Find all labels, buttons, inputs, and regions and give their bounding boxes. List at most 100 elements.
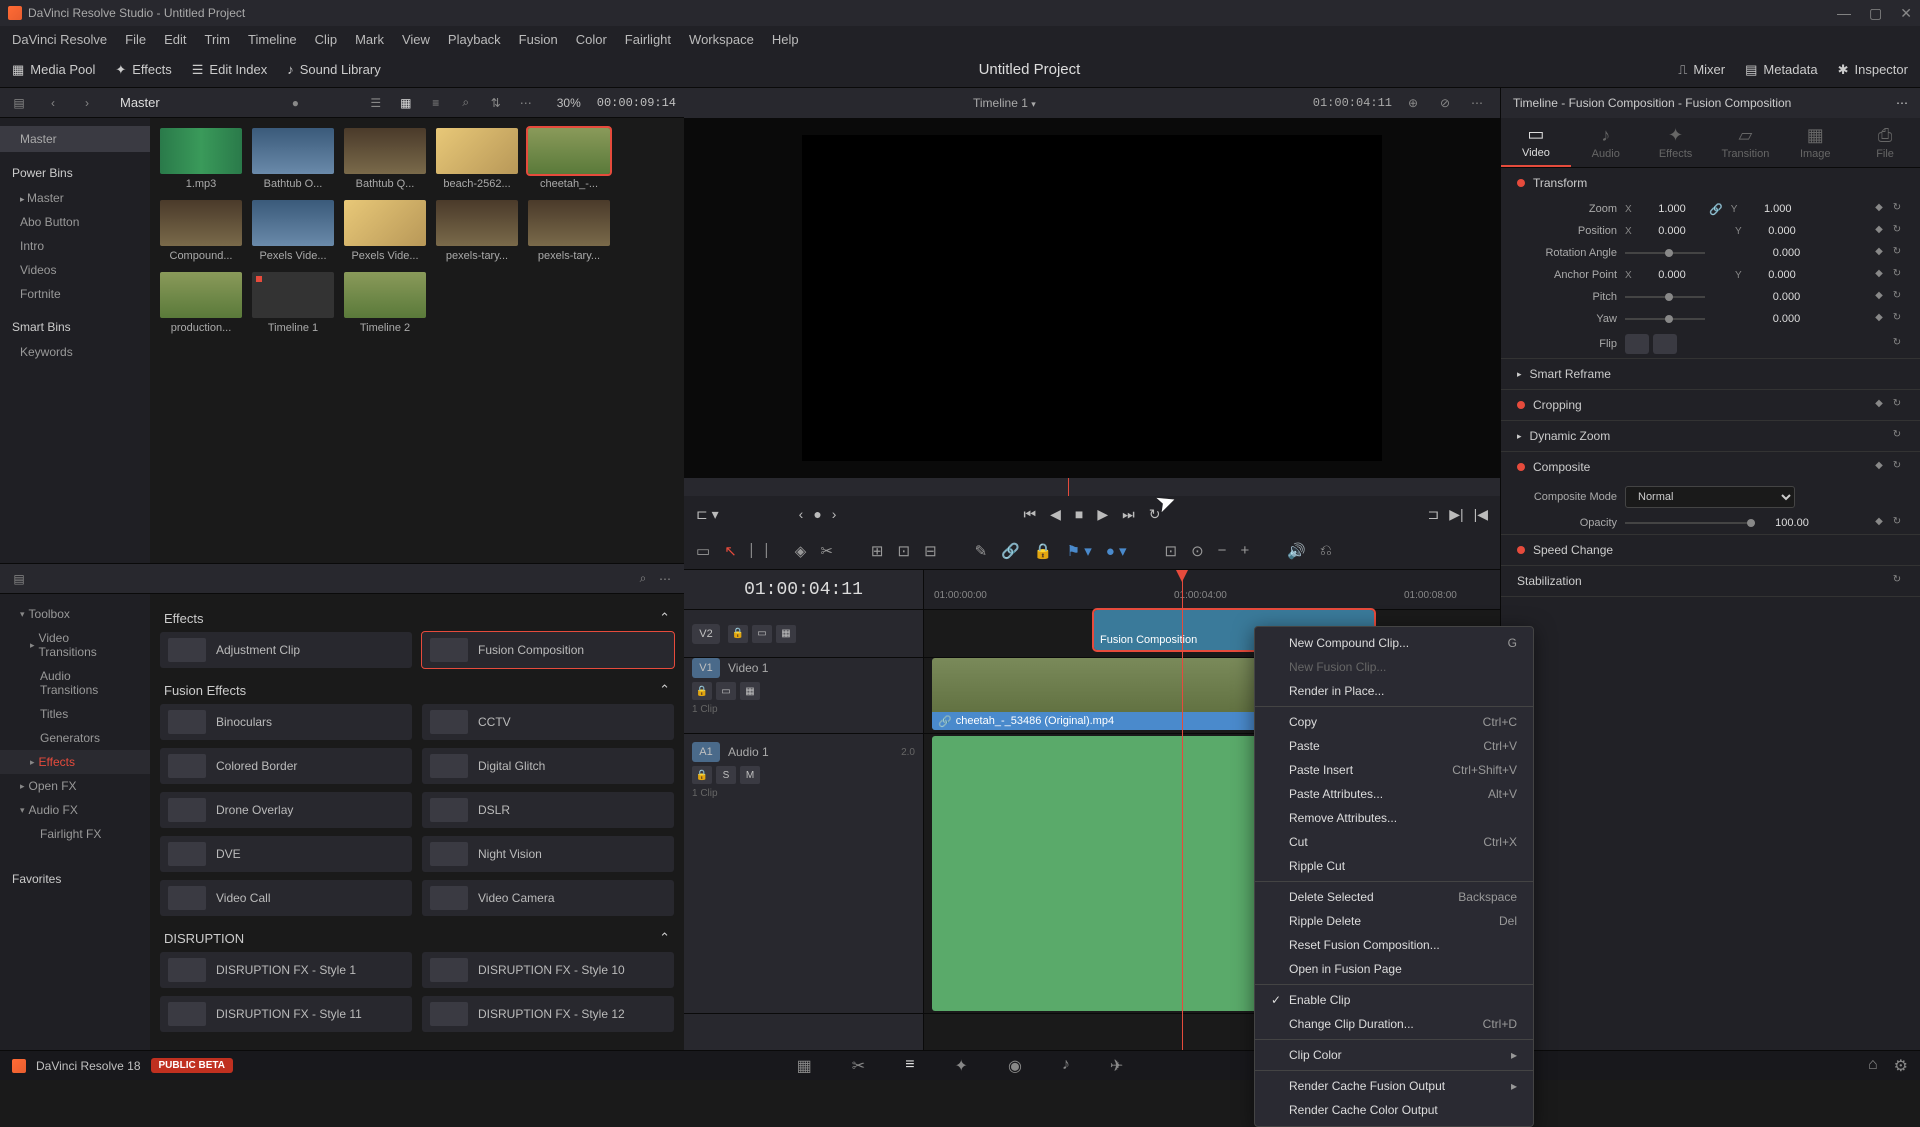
fx-tree-item[interactable]: ▸Video Transitions <box>0 626 150 664</box>
pos-y-input[interactable]: 0.000 <box>1753 225 1811 237</box>
go-in-icon[interactable]: |◀ <box>1474 506 1488 523</box>
reset-icon[interactable]: ↻ <box>1890 202 1904 216</box>
keyframe-icon[interactable]: ◆ <box>1872 312 1886 326</box>
track-lock-icon[interactable]: 🔒 <box>692 682 712 700</box>
menu-fusion[interactable]: Fusion <box>519 32 558 47</box>
bin-item[interactable]: Intro <box>0 234 150 258</box>
fx-item[interactable]: Binoculars <box>160 704 412 740</box>
viewer-more-icon[interactable]: ⋯ <box>1466 92 1488 114</box>
nav-back-icon[interactable]: ‹ <box>42 92 64 114</box>
anchor-x-input[interactable]: 0.000 <box>1643 269 1701 281</box>
bin-item[interactable]: Videos <box>0 258 150 282</box>
menu-color[interactable]: Color <box>576 32 607 47</box>
reset-icon[interactable]: ↻ <box>1890 516 1904 530</box>
next-edit-icon[interactable]: › <box>832 506 837 523</box>
zoom-fit-icon[interactable]: ⊡ <box>1165 542 1178 560</box>
selection-tool-icon[interactable]: ↖ <box>724 542 737 560</box>
scrubber[interactable] <box>684 478 1500 496</box>
fx-audiofx[interactable]: ▾Audio FX <box>0 798 150 822</box>
track-badge-a1[interactable]: A1 <box>692 742 720 762</box>
media-clip[interactable]: Pexels Vide... <box>252 200 334 262</box>
menu-help[interactable]: Help <box>772 32 799 47</box>
power-bins-header[interactable]: Power Bins <box>0 160 150 186</box>
pitch-input[interactable]: 0.000 <box>1758 291 1816 303</box>
track-mute-icon[interactable]: M <box>740 766 760 784</box>
context-menu-item[interactable]: Remove Attributes... <box>1255 806 1533 830</box>
first-frame-button[interactable]: ⏮ <box>1024 506 1037 523</box>
zoom-detail-icon[interactable]: ⊙ <box>1191 542 1204 560</box>
context-menu-item[interactable]: Reset Fusion Composition... <box>1255 933 1533 957</box>
fx-item[interactable]: CCTV <box>422 704 674 740</box>
dynamic-trim-icon[interactable]: ◈ <box>795 542 807 560</box>
menu-playback[interactable]: Playback <box>448 32 501 47</box>
fx-item[interactable]: DSLR <box>422 792 674 828</box>
menu-timeline[interactable]: Timeline <box>248 32 297 47</box>
close-button[interactable]: ✕ <box>1900 5 1912 22</box>
keyframe-icon[interactable]: ◆ <box>1872 202 1886 216</box>
track-lock-icon[interactable]: 🔒 <box>728 625 748 643</box>
track-lock-icon[interactable]: 🔒 <box>692 766 712 784</box>
fx-fusion-composition[interactable]: Fusion Composition <box>422 632 674 668</box>
context-menu-item[interactable]: Change Clip Duration...Ctrl+D <box>1255 1012 1533 1036</box>
smart-bins-header[interactable]: Smart Bins <box>0 314 150 340</box>
fx-group-fusion[interactable]: Fusion Effects⌃ <box>160 676 674 704</box>
reset-icon[interactable]: ↻ <box>1890 574 1904 588</box>
blade-edit-icon[interactable]: ✎ <box>975 542 988 560</box>
fx-item[interactable]: DISRUPTION FX - Style 10 <box>422 952 674 988</box>
yaw-input[interactable]: 0.000 <box>1758 313 1816 325</box>
section-smart-reframe[interactable]: ▸Smart Reframe <box>1501 359 1920 389</box>
media-clip[interactable]: Bathtub O... <box>252 128 334 190</box>
composite-mode-select[interactable]: Normal <box>1625 486 1795 508</box>
menu-fairlight[interactable]: Fairlight <box>625 32 671 47</box>
track-mute-icon[interactable]: ▦ <box>776 625 796 643</box>
maximize-button[interactable]: ▢ <box>1869 5 1882 22</box>
bin-master[interactable]: Master <box>0 126 150 152</box>
insert-icon[interactable]: ⊞ <box>871 542 884 560</box>
anchor-y-input[interactable]: 0.000 <box>1753 269 1811 281</box>
section-speed[interactable]: Speed Change <box>1501 535 1920 565</box>
fx-more-icon[interactable]: ⋯ <box>654 568 676 590</box>
media-clip[interactable]: Bathtub Q... <box>344 128 426 190</box>
fx-item[interactable]: Video Camera <box>422 880 674 916</box>
zoom-out-icon[interactable]: − <box>1218 542 1227 559</box>
context-menu-item[interactable]: Paste InsertCtrl+Shift+V <box>1255 758 1533 782</box>
menu-trim[interactable]: Trim <box>205 32 231 47</box>
media-pool-toggle[interactable]: ▦Media Pool <box>12 62 95 78</box>
tab-effects[interactable]: ✦Effects <box>1641 118 1711 167</box>
fx-search-icon[interactable]: ⌕ <box>632 568 654 590</box>
context-menu-item[interactable]: Render in Place... <box>1255 679 1533 703</box>
view-list-icon[interactable]: ≡ <box>425 92 447 114</box>
section-transform[interactable]: Transform <box>1501 168 1920 198</box>
timeline-options-icon[interactable]: ⎌ <box>1320 542 1332 559</box>
keyframe-icon[interactable]: ◆ <box>1872 460 1886 474</box>
fx-item[interactable]: DISRUPTION FX - Style 1 <box>160 952 412 988</box>
rotation-input[interactable]: 0.000 <box>1758 247 1816 259</box>
tab-audio[interactable]: ♪Audio <box>1571 118 1641 167</box>
fx-group-disruption[interactable]: DISRUPTION⌃ <box>160 924 674 952</box>
media-layout-icon[interactable]: ▤ <box>8 92 30 114</box>
prev-frame-button[interactable]: ◀ <box>1050 506 1061 523</box>
edit-index-toggle[interactable]: ☰Edit Index <box>192 62 267 78</box>
viewer-sync-icon[interactable]: ⊕ <box>1402 92 1424 114</box>
audio-icon[interactable]: 🔊 <box>1287 542 1306 560</box>
media-clip[interactable]: beach-2562... <box>436 128 518 190</box>
fx-item[interactable]: Colored Border <box>160 748 412 784</box>
timeline-ruler[interactable]: 01:00:00:00 01:00:04:00 01:00:08:00 <box>924 570 1500 610</box>
keyframe-icon[interactable]: ◆ <box>1872 398 1886 412</box>
page-edit[interactable]: ≡ <box>905 1056 914 1076</box>
bin-item[interactable]: Keywords <box>0 340 150 364</box>
sound-library-toggle[interactable]: ♪Sound Library <box>287 62 380 77</box>
fx-tree-item[interactable]: Titles <box>0 702 150 726</box>
bin-item[interactable]: ▸ Master <box>0 186 150 210</box>
stop-button[interactable]: ■ <box>1075 506 1083 522</box>
fx-item[interactable]: DVE <box>160 836 412 872</box>
page-fusion[interactable]: ✦ <box>955 1056 968 1076</box>
track-badge-v1[interactable]: V1 <box>692 658 720 678</box>
flip-h-button[interactable] <box>1625 334 1649 354</box>
fx-item[interactable]: Drone Overlay <box>160 792 412 828</box>
menu-mark[interactable]: Mark <box>355 32 384 47</box>
zoom-in-icon[interactable]: + <box>1240 542 1249 559</box>
track-v1[interactable]: V1Video 1 🔒▭▦ 1 Clip <box>684 658 923 734</box>
reset-icon[interactable]: ↻ <box>1890 246 1904 260</box>
reset-icon[interactable]: ↻ <box>1890 337 1904 351</box>
